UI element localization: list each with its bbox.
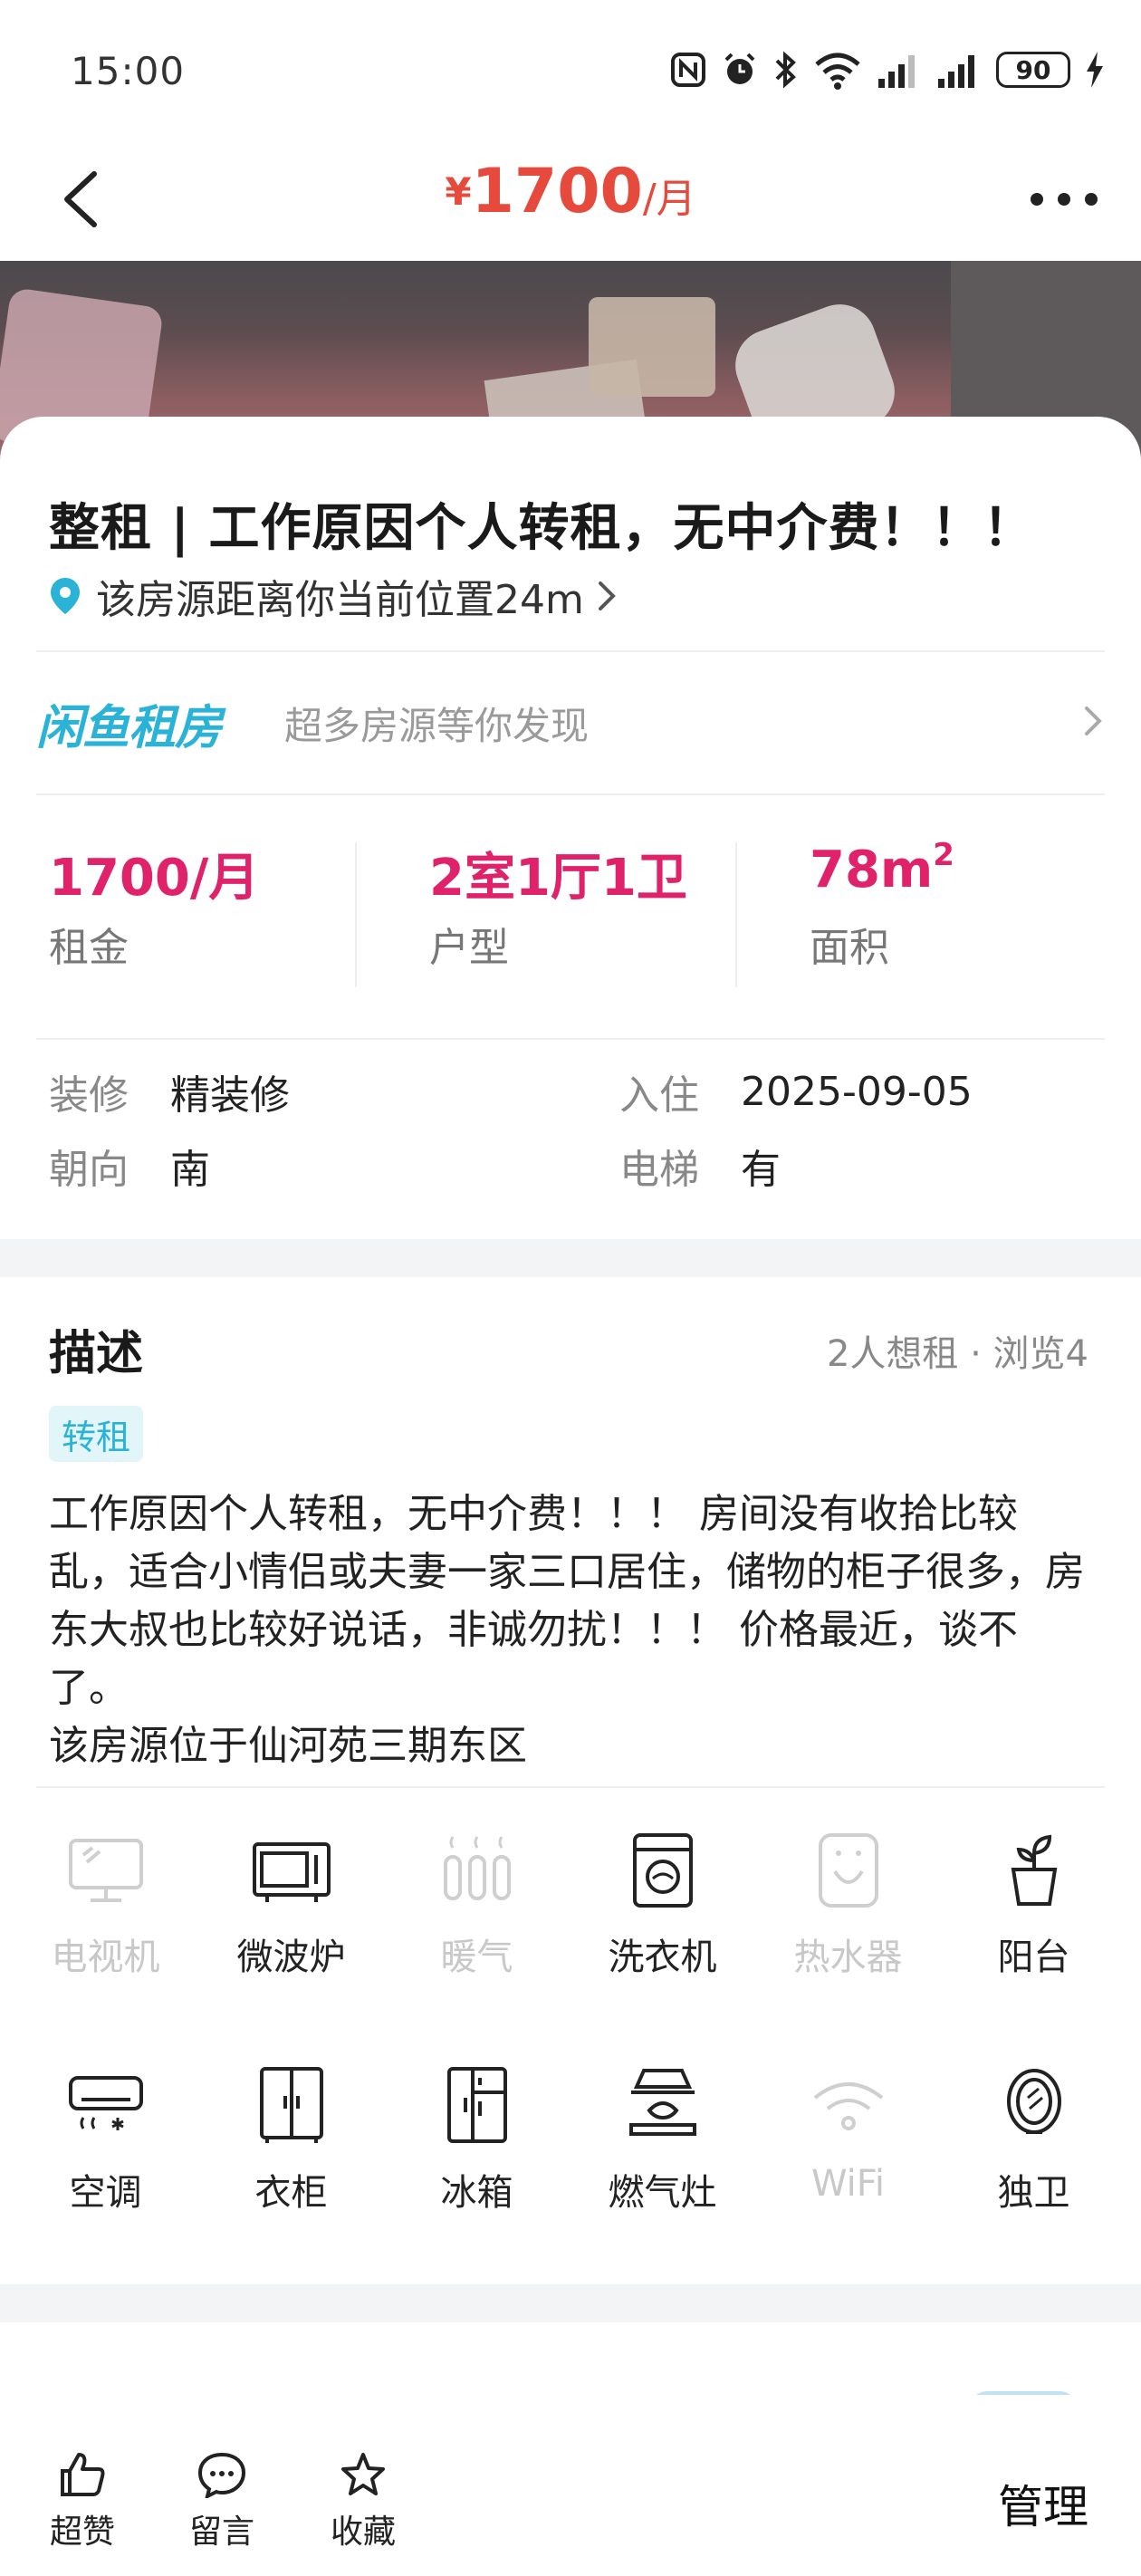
thumbs-up-icon bbox=[61, 2453, 105, 2496]
fridge-icon bbox=[446, 2067, 507, 2143]
stat-label: 面积 bbox=[810, 925, 889, 971]
like-button[interactable]: 超赞 bbox=[33, 2451, 132, 2552]
star-icon bbox=[341, 2453, 385, 2495]
more-button[interactable] bbox=[1023, 181, 1105, 217]
comment-bubble-icon bbox=[197, 2452, 246, 2500]
description-body: 工作原因个人转租，无中介费！！！ 房间没有收拾比较乱，适合小情侣或夫妻一家三口居… bbox=[49, 1485, 1090, 1775]
amenity-washing-machine: 洗衣机 bbox=[570, 1830, 755, 2020]
divider bbox=[36, 1786, 1105, 1788]
amenities-grid: 电视机 微波炉 暖气 洗衣机 热水器 阳台 空调 衣柜 冰箱 燃气灶 WiFi … bbox=[13, 1830, 1128, 2283]
tv-icon bbox=[68, 1839, 143, 1902]
divider bbox=[36, 793, 1105, 795]
status-bar: 15:00 90 bbox=[0, 0, 1141, 136]
price-currency: ¥ bbox=[445, 169, 472, 214]
amenity-water-heater: 热水器 bbox=[755, 1830, 941, 2020]
location-row[interactable]: 该房源距离你当前位置24m bbox=[49, 569, 618, 623]
heater-icon bbox=[443, 1836, 511, 1900]
promo-text: 超多房源等你发现 bbox=[284, 703, 590, 748]
balcony-plant-icon bbox=[1011, 1834, 1057, 1906]
sublet-tag: 转租 bbox=[49, 1406, 144, 1462]
stat-value: 1700/月 bbox=[49, 849, 260, 908]
stat-layout: 2室1厅1卫 户型 bbox=[417, 815, 761, 987]
amenity-tv: 电视机 bbox=[13, 1830, 198, 2020]
detail-orientation: 朝向南 bbox=[49, 1147, 210, 1193]
description-text: 工作原因个人转租，无中介费！！！ 房间没有收拾比较乱，适合小情侣或夫妻一家三口居… bbox=[49, 1491, 1085, 1711]
stat-separator bbox=[355, 842, 357, 987]
manage-button[interactable]: 管理 bbox=[998, 2471, 1088, 2536]
air-conditioner-icon bbox=[68, 2076, 143, 2130]
detail-grid: 装修 精装修 入住 2025-09-05 朝向南 电梯有 bbox=[49, 1060, 1099, 1205]
stat-rent: 1700/月 租金 bbox=[36, 815, 380, 987]
stat-label: 租金 bbox=[49, 925, 129, 971]
gas-stove-icon bbox=[628, 2069, 696, 2136]
section-gap bbox=[0, 1239, 1141, 1277]
description-title: 描述 bbox=[49, 1327, 144, 1381]
nav-price: ¥1700/月 bbox=[0, 156, 1141, 227]
detail-move-in: 入住 2025-09-05 bbox=[619, 1068, 973, 1120]
comment-button[interactable]: 留言 bbox=[172, 2451, 272, 2552]
chevron-right-icon bbox=[598, 582, 616, 610]
amenity-wardrobe: 衣柜 bbox=[198, 2065, 384, 2255]
section-gap bbox=[0, 2284, 1141, 2322]
amenity-wifi: WiFi bbox=[755, 2065, 941, 2255]
status-icons: 90 bbox=[670, 47, 1105, 92]
water-heater-icon bbox=[818, 1833, 878, 1908]
nfc-icon bbox=[671, 53, 705, 87]
nav-bar: ¥1700/月 bbox=[0, 136, 1141, 261]
battery-indicator: 90 bbox=[996, 52, 1070, 88]
amenity-private-bathroom: 独卫 bbox=[941, 2065, 1127, 2255]
amenity-air-conditioner: 空调 bbox=[13, 2065, 198, 2255]
bluetooth-icon bbox=[775, 51, 796, 89]
location-pin-icon bbox=[51, 578, 80, 614]
stat-separator bbox=[735, 842, 737, 987]
amenity-microwave: 微波炉 bbox=[198, 1830, 384, 2020]
description-address: 该房源位于仙河苑三期东区 bbox=[49, 1723, 527, 1769]
amenity-heater: 暖气 bbox=[384, 1830, 570, 2020]
price-amount: 1700 bbox=[471, 156, 643, 227]
wardrobe-icon bbox=[259, 2067, 323, 2143]
divider bbox=[36, 1038, 1105, 1040]
favorite-button[interactable]: 收藏 bbox=[313, 2451, 413, 2552]
location-distance: 该房源距离你当前位置24m bbox=[96, 577, 584, 623]
signal-icon-2 bbox=[938, 55, 974, 88]
microwave-icon bbox=[252, 1842, 331, 1902]
description-card: 描述 2人想租 · 浏览4 转租 工作原因个人转租，无中介费！！！ 房间没有收拾… bbox=[0, 1277, 1141, 2284]
amenity-balcony: 阳台 bbox=[941, 1830, 1127, 2020]
chevron-right-icon bbox=[1085, 706, 1102, 735]
listing-info-card: 整租 | 工作原因个人转租，无中介费！！！ 该房源距离你当前位置24m 闲鱼租房… bbox=[0, 417, 1141, 1239]
stat-value: 2室1厅1卫 bbox=[429, 849, 687, 908]
stat-value: 78m2 bbox=[810, 837, 954, 899]
more-dots-icon bbox=[1031, 193, 1098, 206]
status-time: 15:00 bbox=[71, 49, 186, 93]
key-stats: 1700/月 租金 2室1厅1卫 户型 78m2 面积 bbox=[36, 815, 1105, 987]
stat-area: 78m2 面积 bbox=[797, 815, 1141, 987]
signal-icon bbox=[878, 55, 915, 88]
alarm-icon bbox=[724, 53, 755, 84]
description-meta: 2人想租 · 浏览4 bbox=[826, 1333, 1088, 1375]
bottom-action-bar: 超赞 留言 收藏 管理 bbox=[0, 2395, 1141, 2576]
xianyu-rent-logo: 闲鱼租房 bbox=[36, 700, 222, 755]
listing-title: 整租 | 工作原因个人转租，无中介费！！！ bbox=[49, 499, 1035, 558]
wifi-status-icon bbox=[815, 53, 860, 90]
charging-icon bbox=[1087, 52, 1103, 88]
wifi-icon bbox=[813, 2082, 883, 2130]
price-unit: /月 bbox=[642, 176, 696, 222]
washing-machine-icon bbox=[632, 1833, 693, 1908]
detail-decoration: 装修 精装修 bbox=[49, 1072, 290, 1119]
promo-banner[interactable]: 闲鱼租房 超多房源等你发现 bbox=[36, 652, 1105, 793]
amenity-gas-stove: 燃气灶 bbox=[570, 2065, 755, 2255]
detail-elevator: 电梯有 bbox=[619, 1147, 781, 1193]
stat-label: 户型 bbox=[429, 925, 509, 971]
amenity-fridge: 冰箱 bbox=[384, 2065, 570, 2255]
bathroom-mirror-icon bbox=[1006, 2069, 1061, 2134]
